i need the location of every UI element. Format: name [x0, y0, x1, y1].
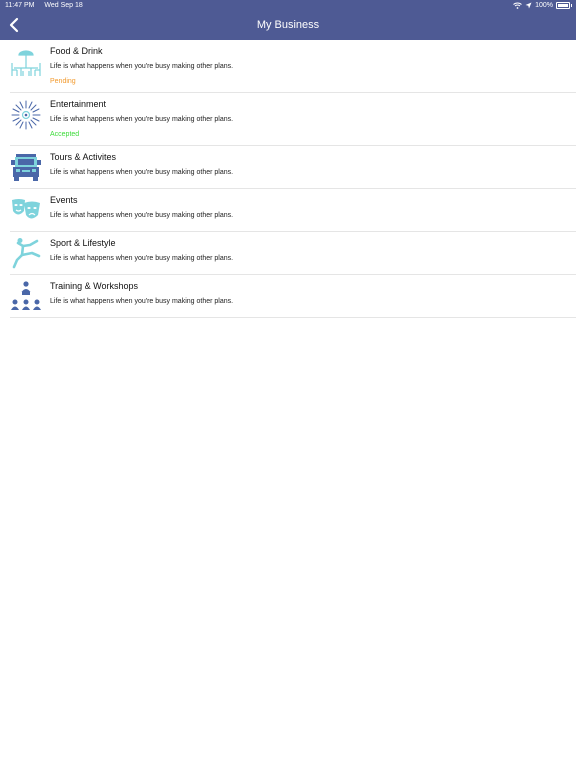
location-icon: [525, 2, 532, 9]
item-description: Life is what happens when you're busy ma…: [50, 298, 234, 305]
list-item-entertainment[interactable]: Entertainment Life is what happens when …: [10, 93, 576, 146]
item-title: Sport & Lifestyle: [50, 238, 116, 248]
item-description: Life is what happens when you're busy ma…: [50, 212, 234, 219]
list-item-events[interactable]: Events Life is what happens when you're …: [10, 189, 576, 232]
item-title: Events: [50, 195, 78, 205]
status-accepted: Accepted: [50, 131, 80, 138]
item-title: Entertainment: [50, 99, 107, 109]
item-description: Life is what happens when you're busy ma…: [50, 116, 234, 123]
theater-masks-icon: [12, 199, 40, 219]
status-date: Wed Sep 18: [44, 2, 83, 9]
business-category-list: Food & Drink Life is what happens when y…: [0, 40, 576, 318]
item-description: Life is what happens when you're busy ma…: [50, 255, 234, 262]
battery-icon: [556, 2, 572, 9]
item-title: Food & Drink: [50, 46, 103, 56]
item-description: Life is what happens when you're busy ma…: [50, 63, 234, 70]
status-time: 11:47 PM: [5, 2, 35, 9]
list-item-food-drink[interactable]: Food & Drink Life is what happens when y…: [10, 40, 576, 93]
tour-bus-icon: [11, 154, 41, 181]
item-description: Life is what happens when you're busy ma…: [50, 169, 234, 176]
fireworks-icon: [11, 100, 41, 130]
item-title: Tours & Activites: [50, 152, 117, 162]
food-drink-icon: [11, 50, 41, 76]
status-pending: Pending: [50, 78, 76, 85]
item-title: Training & Workshops: [50, 281, 139, 291]
battery-percent: 100%: [535, 2, 553, 9]
workshop-icon: [11, 281, 41, 310]
wifi-icon: [513, 2, 522, 9]
page-title: My Business: [256, 19, 320, 31]
list-item-tours-activites[interactable]: Tours & Activites Life is what happens w…: [10, 146, 576, 189]
list-item-training-workshops[interactable]: Training & Workshops Life is what happen…: [10, 275, 576, 318]
athlete-icon: [12, 238, 41, 269]
list-item-sport-lifestyle[interactable]: Sport & Lifestyle Life is what happens w…: [10, 232, 576, 275]
status-bar: 11:47 PM Wed Sep 18 100%: [0, 0, 576, 11]
navigation-bar: My Business: [0, 11, 576, 40]
